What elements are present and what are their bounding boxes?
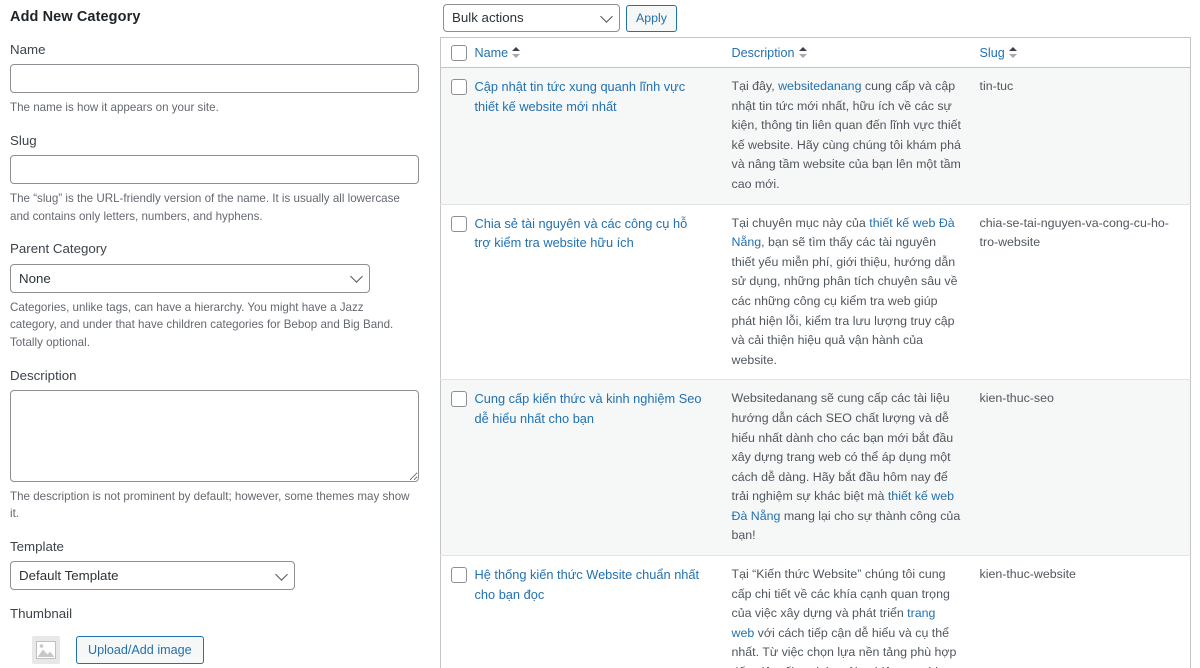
table-row: Cập nhật tin tức xung quanh lĩnh vực thi… [440,67,1191,205]
sort-indicator-icon [1008,46,1017,59]
name-help-text: The name is how it appears on your site. [10,101,219,115]
apply-button[interactable]: Apply [626,4,677,32]
slug-input[interactable] [10,155,419,185]
bulk-actions-toolbar: Bulk actions Apply [440,0,1200,32]
field-thumbnail: Thumbnail Upload/Add image Add New Categ… [10,605,420,668]
description-inline-link[interactable]: trang web [732,606,936,640]
column-header-description[interactable]: Description [731,37,980,68]
sort-indicator-icon [798,46,807,59]
sort-by-name-link[interactable]: Name [475,46,521,60]
category-name-cell: Chia sẻ tài nguyên và các công cụ hỗ trợ… [474,204,732,381]
category-slug-cell: kien-thuc-website [979,555,1191,668]
bulk-actions-select-wrap: Bulk actions [443,4,620,32]
column-header-slug-label: Slug [979,45,1005,60]
field-slug: Slug The “slug” is the URL-friendly vers… [10,132,420,226]
description-help-text: The description is not prominent by defa… [10,489,410,521]
upload-add-image-button[interactable]: Upload/Add image [76,635,204,664]
row-select-cell [440,67,475,205]
field-description: Description The description is not promi… [10,367,420,524]
category-name-cell: Cung cấp kiến thức và kinh nghiệm Seo dễ… [474,379,732,557]
sort-by-slug-link[interactable]: Slug [980,46,1017,60]
template-label: Template [10,539,64,554]
description-textarea[interactable] [10,389,419,482]
category-slug-cell: kien-thuc-seo [979,379,1191,557]
row-select-cell [440,204,475,381]
page-title: Add New Category [10,9,141,25]
categories-list-panel: Bulk actions Apply Name Description Slug… [440,0,1200,668]
table-body: Cập nhật tin tức xung quanh lĩnh vực thi… [440,67,1191,668]
field-template: Template Default Template [10,538,420,591]
row-select-checkbox[interactable] [451,79,467,95]
slug-label: Slug [10,132,37,148]
table-header: Name Description Slug [440,37,1191,68]
category-name-link[interactable]: Cung cấp kiến thức và kinh nghiệm Seo dễ… [475,389,706,429]
thumbnail-row: Upload/Add image [10,632,420,668]
category-name-link[interactable]: Hệ thống kiến thức Website chuẩn nhất ch… [475,565,706,605]
table-row: Chia sẻ tài nguyên và các công cụ hỗ trợ… [440,204,1191,381]
field-parent-category: Parent Category None Categories, unlike … [10,240,420,351]
bulk-actions-select[interactable]: Bulk actions [443,4,620,32]
row-select-checkbox[interactable] [451,391,467,408]
category-description-cell: Websitedanang sẽ cung cấp các tài liệu h… [731,379,980,557]
thumbnail-label: Thumbnail [10,606,73,622]
category-slug-cell: chia-se-tai-nguyen-va-cong-cu-ho-tro-web… [979,204,1191,381]
category-description-cell: Tại chuyên mục này của thiết kế web Đà N… [731,204,980,381]
column-header-slug[interactable]: Slug [979,37,1191,68]
sort-by-description-link[interactable]: Description [732,46,807,60]
slug-help-text: The “slug” is the URL-friendly version o… [10,192,400,223]
parent-category-help-text: Categories, unlike tags, can have a hier… [10,300,394,349]
sort-indicator-icon [512,46,521,59]
select-all-header [440,37,475,68]
add-new-category-form: Add New Category Name The name is how it… [0,0,440,668]
row-select-cell [440,379,475,557]
name-input[interactable] [10,64,419,94]
category-description-cell: Tại đây, websitedanang cung cấp và cập n… [731,67,980,205]
description-label: Description [10,367,77,383]
table-header-row: Name Description Slug [440,37,1191,68]
template-select[interactable]: Default Template [10,561,295,591]
category-name-cell: Hệ thống kiến thức Website chuẩn nhất ch… [474,555,732,668]
template-select-wrap: Default Template [10,561,295,591]
category-name-cell: Cập nhật tin tức xung quanh lĩnh vực thi… [474,67,732,205]
parent-category-select-wrap: None [10,263,370,293]
description-inline-link[interactable]: websitedanang [778,79,861,93]
row-select-checkbox[interactable] [451,215,467,232]
category-description-cell: Tại “Kiến thức Website” chúng tôi cung c… [731,555,980,668]
column-header-description-label: Description [731,45,795,60]
categories-table: Name Description Slug Cập nhật tin tức x… [440,37,1191,668]
name-label: Name [10,42,46,57]
category-name-link[interactable]: Chia sẻ tài nguyên và các công cụ hỗ trợ… [475,214,706,254]
table-row: Hệ thống kiến thức Website chuẩn nhất ch… [440,555,1191,668]
parent-category-label: Parent Category [10,241,107,257]
category-slug-cell: tin-tuc [979,67,1191,205]
description-inline-link[interactable]: thiết kế web Đà Nẵng [732,216,955,250]
column-header-name[interactable]: Name [474,37,732,68]
parent-category-select[interactable]: None [10,263,370,293]
row-select-cell [440,555,475,668]
field-name: Name The name is how it appears on your … [10,41,420,117]
row-select-checkbox[interactable] [451,567,467,584]
table-row: Cung cấp kiến thức và kinh nghiệm Seo dễ… [440,379,1191,557]
image-placeholder-icon [32,635,60,664]
column-header-name-label: Name [474,45,509,60]
select-all-checkbox[interactable] [451,44,467,61]
category-name-link[interactable]: Cập nhật tin tức xung quanh lĩnh vực thi… [475,77,706,117]
description-inline-link[interactable]: thiết kế web Đà Nẵng [732,489,954,523]
wordpress-categories-screen: Add New Category Name The name is how it… [0,0,1200,668]
